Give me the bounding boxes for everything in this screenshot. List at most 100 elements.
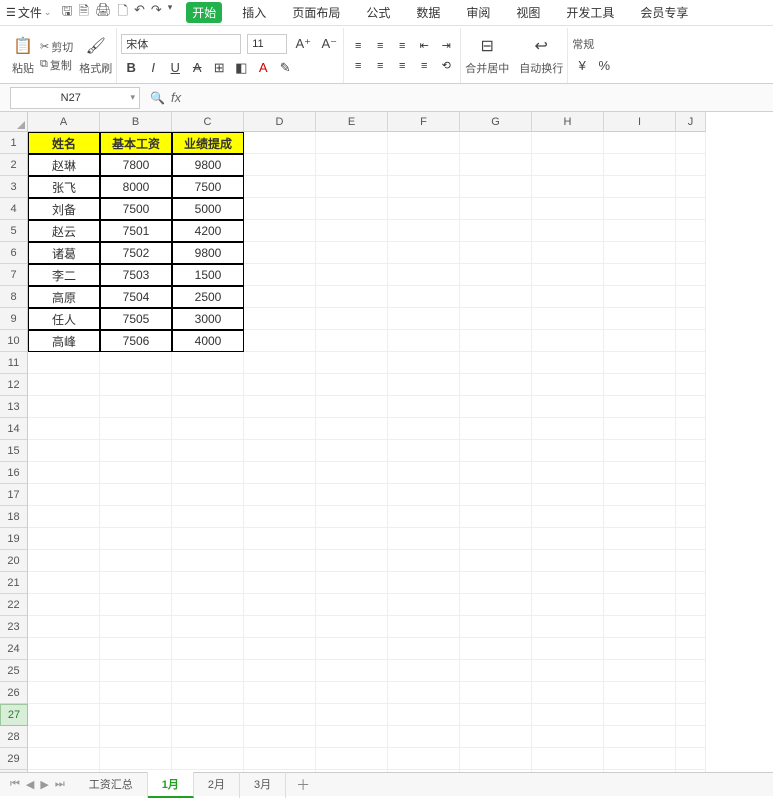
cell-D4[interactable] — [244, 198, 316, 220]
cell-F28[interactable] — [388, 726, 460, 748]
cell-D19[interactable] — [244, 528, 316, 550]
cell-E8[interactable] — [316, 286, 388, 308]
print-icon[interactable]: 🖨 — [95, 2, 112, 24]
cell-A22[interactable] — [28, 594, 100, 616]
cell-C18[interactable] — [172, 506, 244, 528]
cell-A5[interactable]: 赵云 — [28, 220, 100, 242]
cell-I4[interactable] — [604, 198, 676, 220]
cell-B10[interactable]: 7506 — [100, 330, 172, 352]
cell-J30[interactable] — [676, 770, 706, 772]
increase-font-icon[interactable]: A⁺ — [293, 34, 313, 54]
format-painter-icon[interactable]: 🖌 — [86, 36, 106, 56]
cell-J11[interactable] — [676, 352, 706, 374]
ribbon-tab-0[interactable]: 开始 — [186, 2, 222, 23]
cell-F5[interactable] — [388, 220, 460, 242]
cell-E11[interactable] — [316, 352, 388, 374]
cell-G7[interactable] — [460, 264, 532, 286]
row-header-26[interactable]: 26 — [0, 682, 28, 704]
paste-label[interactable]: 粘贴 — [12, 60, 34, 76]
cell-B13[interactable] — [100, 396, 172, 418]
cell-I18[interactable] — [604, 506, 676, 528]
cell-E29[interactable] — [316, 748, 388, 770]
cell-E15[interactable] — [316, 440, 388, 462]
cell-B16[interactable] — [100, 462, 172, 484]
cell-H27[interactable] — [532, 704, 604, 726]
cell-D17[interactable] — [244, 484, 316, 506]
cell-G23[interactable] — [460, 616, 532, 638]
cell-C20[interactable] — [172, 550, 244, 572]
cell-E3[interactable] — [316, 176, 388, 198]
cell-D10[interactable] — [244, 330, 316, 352]
row-header-23[interactable]: 23 — [0, 616, 28, 638]
name-box[interactable]: N27 ▾ — [10, 87, 140, 109]
cell-D7[interactable] — [244, 264, 316, 286]
cell-I19[interactable] — [604, 528, 676, 550]
row-header-24[interactable]: 24 — [0, 638, 28, 660]
cell-B23[interactable] — [100, 616, 172, 638]
cell-G28[interactable] — [460, 726, 532, 748]
cell-E6[interactable] — [316, 242, 388, 264]
cell-I30[interactable] — [604, 770, 676, 772]
row-header-12[interactable]: 12 — [0, 374, 28, 396]
cell-E1[interactable] — [316, 132, 388, 154]
cell-I29[interactable] — [604, 748, 676, 770]
cell-F26[interactable] — [388, 682, 460, 704]
cell-J29[interactable] — [676, 748, 706, 770]
cell-I5[interactable] — [604, 220, 676, 242]
cell-G9[interactable] — [460, 308, 532, 330]
cell-I27[interactable] — [604, 704, 676, 726]
cell-A27[interactable] — [28, 704, 100, 726]
cell-I22[interactable] — [604, 594, 676, 616]
cell-A18[interactable] — [28, 506, 100, 528]
cell-F29[interactable] — [388, 748, 460, 770]
cell-I15[interactable] — [604, 440, 676, 462]
cell-G8[interactable] — [460, 286, 532, 308]
cell-I17[interactable] — [604, 484, 676, 506]
fx-icon[interactable]: fx — [171, 90, 181, 105]
row-header-17[interactable]: 17 — [0, 484, 28, 506]
ribbon-tab-5[interactable]: 审阅 — [460, 2, 496, 23]
cell-H3[interactable] — [532, 176, 604, 198]
cell-J22[interactable] — [676, 594, 706, 616]
row-header-10[interactable]: 10 — [0, 330, 28, 352]
column-header-E[interactable]: E — [316, 112, 388, 132]
cell-J26[interactable] — [676, 682, 706, 704]
row-header-27[interactable]: 27 — [0, 704, 28, 726]
cell-G5[interactable] — [460, 220, 532, 242]
ribbon-tab-2[interactable]: 页面布局 — [286, 2, 346, 23]
cell-H12[interactable] — [532, 374, 604, 396]
cell-H14[interactable] — [532, 418, 604, 440]
row-header-3[interactable]: 3 — [0, 176, 28, 198]
cell-D27[interactable] — [244, 704, 316, 726]
row-header-5[interactable]: 5 — [0, 220, 28, 242]
cell-C25[interactable] — [172, 660, 244, 682]
cell-I6[interactable] — [604, 242, 676, 264]
cell-I7[interactable] — [604, 264, 676, 286]
cell-B29[interactable] — [100, 748, 172, 770]
column-header-H[interactable]: H — [532, 112, 604, 132]
cell-G4[interactable] — [460, 198, 532, 220]
cell-H7[interactable] — [532, 264, 604, 286]
cell-B2[interactable]: 7800 — [100, 154, 172, 176]
cell-H18[interactable] — [532, 506, 604, 528]
cell-F1[interactable] — [388, 132, 460, 154]
merge-icon[interactable]: ⊟ — [481, 36, 494, 56]
number-format-label[interactable]: 常规 — [572, 36, 614, 52]
cell-B3[interactable]: 8000 — [100, 176, 172, 198]
cell-H17[interactable] — [532, 484, 604, 506]
cell-H13[interactable] — [532, 396, 604, 418]
row-header-7[interactable]: 7 — [0, 264, 28, 286]
cell-G14[interactable] — [460, 418, 532, 440]
cell-E9[interactable] — [316, 308, 388, 330]
cell-I25[interactable] — [604, 660, 676, 682]
cell-D15[interactable] — [244, 440, 316, 462]
cell-J14[interactable] — [676, 418, 706, 440]
cell-A19[interactable] — [28, 528, 100, 550]
cell-I26[interactable] — [604, 682, 676, 704]
cell-I24[interactable] — [604, 638, 676, 660]
cell-C26[interactable] — [172, 682, 244, 704]
cell-C29[interactable] — [172, 748, 244, 770]
cell-D13[interactable] — [244, 396, 316, 418]
sheet-tab-0[interactable]: 工资汇总 — [75, 772, 148, 798]
font-size-select[interactable]: 11 — [247, 34, 287, 54]
